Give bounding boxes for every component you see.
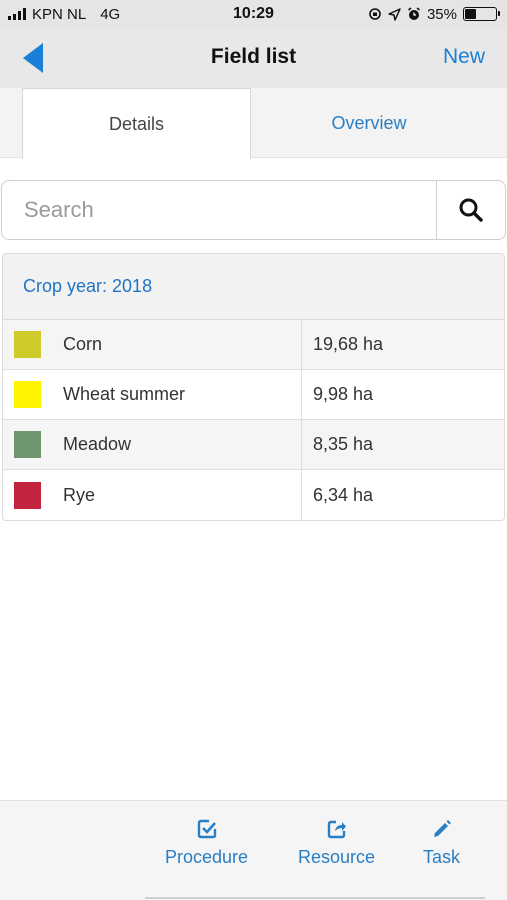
crop-color-swatch	[14, 481, 41, 509]
status-bar: KPN NL 4G 10:29 35%	[0, 0, 507, 28]
pencil-icon	[433, 820, 451, 837]
signal-strength-icon	[8, 8, 26, 20]
crop-color-swatch	[14, 331, 41, 358]
bottom-toolbar: Procedure Resource Task	[0, 800, 507, 900]
crop-row[interactable]: Corn 19,68 ha	[3, 320, 504, 370]
crop-name-cell: Rye	[3, 470, 302, 520]
procedure-label: Procedure	[165, 847, 249, 867]
crop-list: Corn 19,68 ha Wheat summer 9,98 ha Meadow 8,3…	[3, 320, 504, 520]
crop-year-heading: Crop year: 2018	[3, 254, 504, 320]
nav-bar: Field list New	[0, 28, 507, 88]
page-title: Field list	[210, 45, 297, 68]
crop-name-cell: Meadow	[3, 420, 302, 469]
resource-button[interactable]: Resource	[298, 819, 375, 868]
crop-area: 6,34 ha	[313, 484, 374, 505]
crop-name: Corn	[63, 334, 103, 354]
crop-name: Meadow	[63, 434, 132, 454]
crop-area: 19,68 ha	[313, 334, 384, 354]
battery-fill	[465, 9, 476, 19]
carrier-label: KPN NL	[32, 5, 87, 23]
crop-area: 8,35 ha	[313, 434, 374, 454]
crop-year-panel: Crop year: 2018 Corn 19,68 ha Wheat summer…	[2, 253, 505, 521]
tab-bar: Details Overview	[0, 88, 507, 159]
resource-label: Resource	[298, 847, 376, 867]
home-indicator	[145, 897, 485, 899]
checkbox-edit-icon	[197, 819, 216, 839]
crop-row[interactable]: Wheat summer 9,98 ha	[3, 370, 504, 420]
crop-color-swatch	[14, 381, 41, 408]
crop-row[interactable]: Rye 6,34 ha	[3, 470, 504, 520]
task-button[interactable]: Task	[423, 819, 460, 868]
alarm-icon	[407, 7, 420, 20]
battery-percent: 35%	[426, 5, 457, 23]
crop-name: Wheat summer	[63, 384, 186, 404]
lock-rotation-icon	[369, 8, 381, 20]
search-button[interactable]	[436, 181, 505, 239]
crop-row[interactable]: Meadow 8,35 ha	[3, 420, 504, 470]
task-label: Task	[423, 847, 461, 867]
procedure-button[interactable]: Procedure	[165, 819, 248, 868]
status-left: KPN NL 4G	[8, 6, 120, 23]
search-icon	[459, 198, 483, 222]
location-arrow-icon	[388, 7, 401, 21]
search-bar	[1, 180, 506, 240]
crop-name-cell: Corn	[3, 320, 302, 369]
crop-name: Rye	[63, 484, 96, 505]
search-input[interactable]	[2, 181, 436, 239]
tab-details[interactable]: Details	[22, 88, 251, 159]
new-button[interactable]: New	[443, 45, 485, 69]
crop-area: 9,98 ha	[313, 384, 374, 404]
status-right: 35%	[368, 5, 500, 23]
crop-color-swatch	[14, 431, 41, 458]
battery-icon	[463, 7, 500, 21]
network-label: 4G	[100, 5, 121, 23]
share-square-icon	[327, 820, 346, 839]
crop-name-cell: Wheat summer	[3, 370, 302, 419]
tab-overview[interactable]: Overview	[251, 88, 487, 158]
